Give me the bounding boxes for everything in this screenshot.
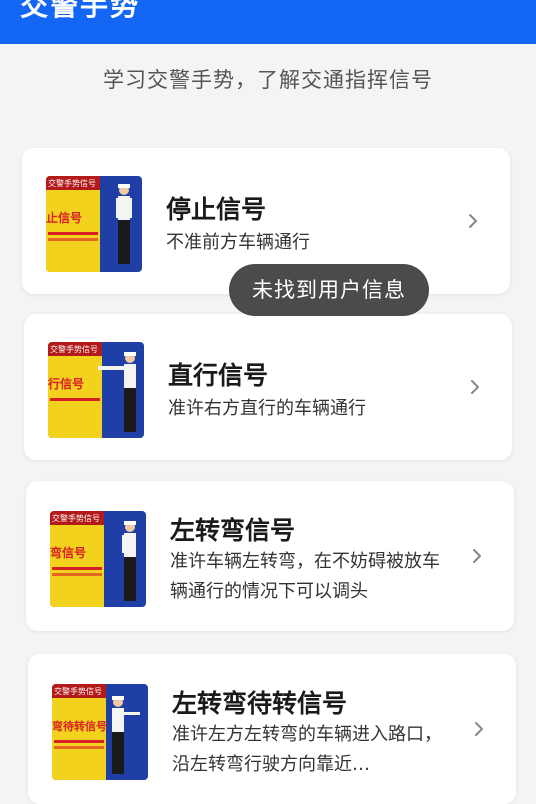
card-description: 准许左方左转弯的车辆进入路口，沿左转弯行驶方向靠近… <box>172 724 442 775</box>
app-header: 交警手势 <box>0 0 536 44</box>
gesture-card-left-turn[interactable]: 交警手势信号 弯信号 左转弯信号 准许车辆左转弯，在不妨碍被放车辆通行的情况下可… <box>26 481 514 631</box>
gesture-thumbnail: 交警手势信号 弯待转信号 <box>52 684 148 780</box>
chevron-right-icon <box>475 722 483 736</box>
traffic-police-image: 交警手势信号 止信号 <box>46 176 142 272</box>
toast-message: 未找到用户信息 <box>229 264 429 316</box>
card-description: 准许右方直行的车辆通行 <box>168 398 366 419</box>
page-subtitle: 学习交警手势，了解交通指挥信号 <box>103 68 433 92</box>
card-title: 直行信号 <box>168 361 269 390</box>
gesture-card-left-turn-wait[interactable]: 交警手势信号 弯待转信号 左转弯待转信号 准许左方左转弯的车辆进入路口，沿左转弯… <box>28 654 516 804</box>
gesture-thumbnail: 交警手势信号 行信号 <box>48 342 144 438</box>
thumb-label-text: 行信号 <box>48 376 84 391</box>
card-title: 左转弯信号 <box>170 516 296 545</box>
thumb-label-text: 弯信号 <box>50 545 86 560</box>
card-description: 准许车辆左转弯，在不妨碍被放车辆通行的情况下可以调头 <box>170 551 440 602</box>
thumb-banner-text: 交警手势信号 <box>52 513 100 523</box>
chevron-right-icon <box>471 380 479 394</box>
traffic-police-image: 交警手势信号 弯信号 <box>50 511 146 607</box>
thumb-banner-text: 交警手势信号 <box>54 686 102 696</box>
thumb-banner-text: 交警手势信号 <box>50 344 98 354</box>
card-title: 停止信号 <box>166 195 267 224</box>
card-title: 左转弯待转信号 <box>172 689 348 718</box>
gesture-thumbnail: 交警手势信号 弯信号 <box>50 511 146 607</box>
chevron-right-icon <box>469 214 477 228</box>
thumb-label-text: 止信号 <box>46 210 82 225</box>
traffic-police-image: 交警手势信号 弯待转信号 <box>52 684 148 780</box>
traffic-police-image: 交警手势信号 行信号 <box>48 342 144 438</box>
gesture-thumbnail: 交警手势信号 止信号 <box>46 176 142 272</box>
gesture-card-straight[interactable]: 交警手势信号 行信号 直行信号 准许右方直行的车辆通行 <box>24 314 512 460</box>
card-description: 不准前方车辆通行 <box>166 232 310 253</box>
chevron-right-icon <box>473 549 481 563</box>
page-title: 交警手势 <box>20 0 141 22</box>
thumb-label-text: 弯待转信号 <box>52 719 107 733</box>
thumb-banner-text: 交警手势信号 <box>48 178 96 188</box>
